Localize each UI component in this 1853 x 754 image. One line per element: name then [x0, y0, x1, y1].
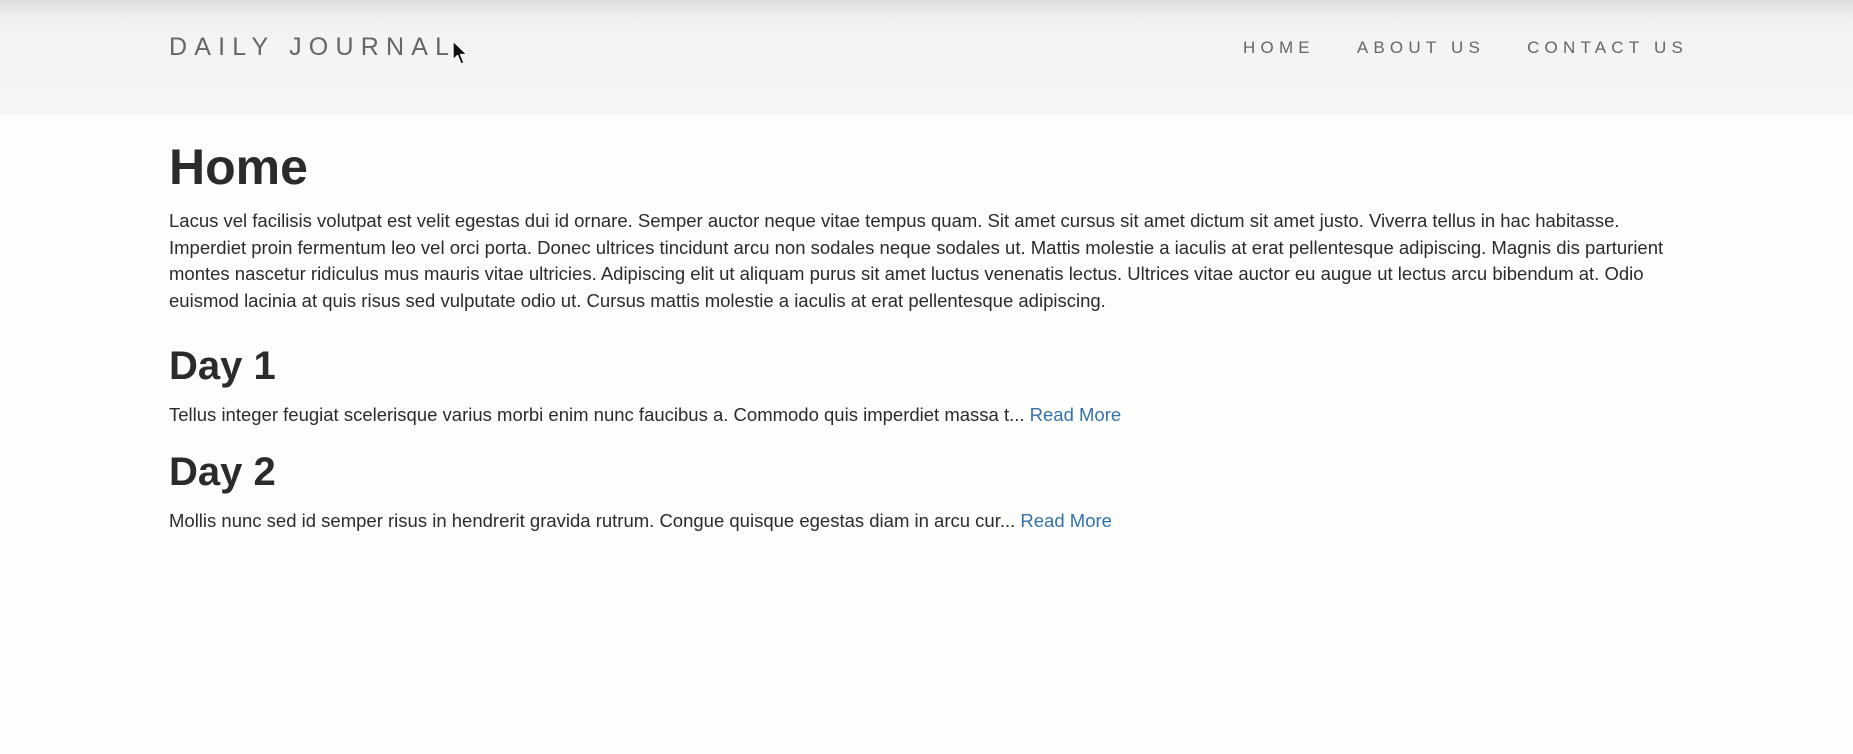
page-title: Home [169, 139, 308, 195]
post-excerpt: Mollis nunc sed id semper risus in hendr… [169, 508, 1689, 534]
post-day-2: Day 2 Mollis nunc sed id semper risus in… [169, 448, 1689, 534]
mouse-pointer-icon [452, 40, 468, 65]
post-excerpt-text: Tellus integer feugiat scelerisque variu… [169, 403, 1025, 425]
nav-menu: HOME ABOUT US CONTACT US [1243, 38, 1688, 58]
brand-logo-link[interactable]: DAILY JOURNAL [169, 33, 456, 62]
post-day-1: Day 1 Tellus integer feugiat scelerisque… [169, 342, 1689, 428]
post-title: Day 2 [169, 449, 276, 494]
nav-item-about-us: ABOUT US [1357, 38, 1485, 58]
navbar: DAILY JOURNAL HOME ABOUT US CONTACT US [0, 0, 1853, 115]
nav-link-about-us[interactable]: ABOUT US [1357, 38, 1485, 57]
post-excerpt-text: Mollis nunc sed id semper risus in hendr… [169, 509, 1016, 531]
nav-link-home[interactable]: HOME [1243, 38, 1315, 57]
intro-paragraph: Lacus vel facilisis volutpat est velit e… [169, 210, 1664, 312]
nav-item-contact-us: CONTACT US [1527, 38, 1688, 58]
main-content: Home Lacus vel facilisis volutpat est ve… [169, 136, 1689, 534]
post-excerpt: Tellus integer feugiat scelerisque variu… [169, 402, 1689, 428]
nav-link-contact-us[interactable]: CONTACT US [1527, 38, 1688, 57]
post-title: Day 1 [169, 343, 276, 388]
nav-item-home: HOME [1243, 38, 1315, 58]
read-more-link[interactable]: Read More [1030, 404, 1122, 425]
read-more-link[interactable]: Read More [1020, 510, 1112, 531]
